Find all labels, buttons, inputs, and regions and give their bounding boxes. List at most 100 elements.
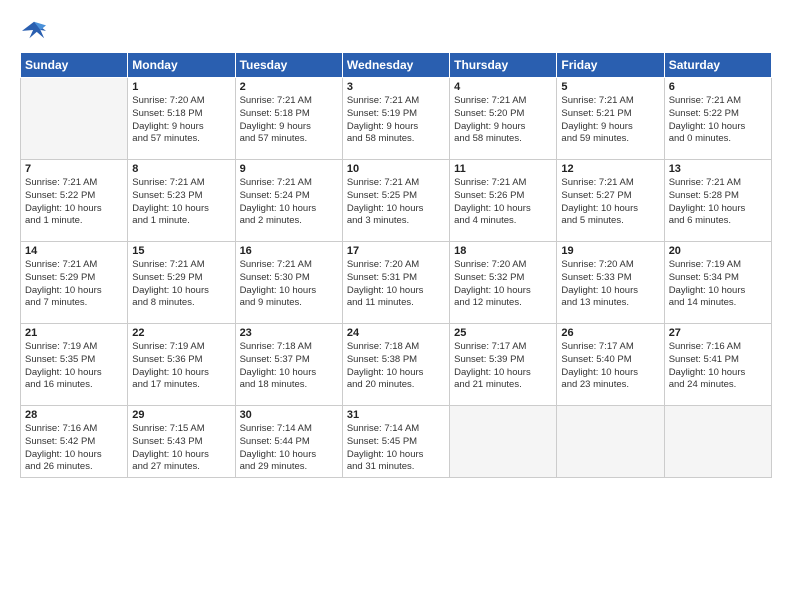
calendar-cell [557,406,664,478]
day-number: 12 [561,163,659,175]
calendar-cell: 23 Sunrise: 7:18 AM Sunset: 5:37 PM Dayli… [235,324,342,406]
calendar-cell: 1 Sunrise: 7:20 AM Sunset: 5:18 PM Daylig… [128,78,235,160]
day-info: Sunrise: 7:21 AM Sunset: 5:22 PM Dayligh… [25,177,123,228]
day-info: Sunrise: 7:21 AM Sunset: 5:30 PM Dayligh… [240,259,338,310]
day-number: 19 [561,245,659,257]
day-number: 4 [454,81,552,93]
day-number: 1 [132,81,230,93]
calendar-cell [450,406,557,478]
day-number: 26 [561,327,659,339]
calendar-cell: 21 Sunrise: 7:19 AM Sunset: 5:35 PM Dayli… [21,324,128,406]
day-number: 15 [132,245,230,257]
calendar-week-4: 28Sunrise: 7:16 AM Sunset: 5:42 PM Dayli… [21,406,772,478]
day-number: 14 [25,245,123,257]
day-info: Sunrise: 7:19 AM Sunset: 5:34 PM Dayligh… [669,259,767,310]
calendar-header-sunday: Sunday [21,53,128,78]
calendar-cell: 17Sunrise: 7:20 AM Sunset: 5:31 PM Dayli… [342,242,449,324]
day-info: Sunrise: 7:18 AM Sunset: 5:38 PM Dayligh… [347,341,445,392]
calendar-week-3: 21 Sunrise: 7:19 AM Sunset: 5:35 PM Dayli… [21,324,772,406]
calendar-cell [664,406,771,478]
calendar: SundayMondayTuesdayWednesdayThursdayFrid… [20,52,772,478]
calendar-cell: 10 Sunrise: 7:21 AM Sunset: 5:25 PM Dayli… [342,160,449,242]
day-info: Sunrise: 7:16 AM Sunset: 5:42 PM Dayligh… [25,423,123,474]
day-info: Sunrise: 7:14 AM Sunset: 5:44 PM Dayligh… [240,423,338,474]
day-number: 8 [132,163,230,175]
day-info: Sunrise: 7:17 AM Sunset: 5:39 PM Dayligh… [454,341,552,392]
day-number: 25 [454,327,552,339]
calendar-cell: 14 Sunrise: 7:21 AM Sunset: 5:29 PM Dayli… [21,242,128,324]
day-info: Sunrise: 7:20 AM Sunset: 5:33 PM Dayligh… [561,259,659,310]
calendar-cell: 22 Sunrise: 7:19 AM Sunset: 5:36 PM Dayli… [128,324,235,406]
day-number: 21 [25,327,123,339]
day-number: 10 [347,163,445,175]
day-info: Sunrise: 7:20 AM Sunset: 5:32 PM Dayligh… [454,259,552,310]
day-number: 27 [669,327,767,339]
day-number: 22 [132,327,230,339]
calendar-cell: 6Sunrise: 7:21 AM Sunset: 5:22 PM Daylig… [664,78,771,160]
calendar-week-2: 14 Sunrise: 7:21 AM Sunset: 5:29 PM Dayli… [21,242,772,324]
day-info: Sunrise: 7:18 AM Sunset: 5:37 PM Dayligh… [240,341,338,392]
calendar-cell: 27 Sunrise: 7:16 AM Sunset: 5:41 PM Dayli… [664,324,771,406]
calendar-cell: 4 Sunrise: 7:21 AM Sunset: 5:20 PM Daylig… [450,78,557,160]
calendar-cell: 25 Sunrise: 7:17 AM Sunset: 5:39 PM Dayli… [450,324,557,406]
day-info: Sunrise: 7:15 AM Sunset: 5:43 PM Dayligh… [132,423,230,474]
calendar-cell: 29 Sunrise: 7:15 AM Sunset: 5:43 PM Dayli… [128,406,235,478]
calendar-header-row: SundayMondayTuesdayWednesdayThursdayFrid… [21,53,772,78]
day-info: Sunrise: 7:20 AM Sunset: 5:31 PM Dayligh… [347,259,445,310]
calendar-header-saturday: Saturday [664,53,771,78]
day-info: Sunrise: 7:21 AM Sunset: 5:29 PM Dayligh… [132,259,230,310]
day-info: Sunrise: 7:21 AM Sunset: 5:29 PM Dayligh… [25,259,123,310]
calendar-cell: 26 Sunrise: 7:17 AM Sunset: 5:40 PM Dayli… [557,324,664,406]
page: SundayMondayTuesdayWednesdayThursdayFrid… [0,0,792,612]
day-number: 23 [240,327,338,339]
calendar-week-1: 7 Sunrise: 7:21 AM Sunset: 5:22 PM Daylig… [21,160,772,242]
calendar-cell: 16 Sunrise: 7:21 AM Sunset: 5:30 PM Dayli… [235,242,342,324]
calendar-header-monday: Monday [128,53,235,78]
logo [20,18,52,42]
calendar-cell [21,78,128,160]
calendar-cell: 5Sunrise: 7:21 AM Sunset: 5:21 PM Daylig… [557,78,664,160]
day-number: 24 [347,327,445,339]
calendar-cell: 31Sunrise: 7:14 AM Sunset: 5:45 PM Dayli… [342,406,449,478]
calendar-header-tuesday: Tuesday [235,53,342,78]
calendar-header-wednesday: Wednesday [342,53,449,78]
day-info: Sunrise: 7:20 AM Sunset: 5:18 PM Dayligh… [132,95,230,146]
calendar-cell: 15 Sunrise: 7:21 AM Sunset: 5:29 PM Dayli… [128,242,235,324]
calendar-cell: 9 Sunrise: 7:21 AM Sunset: 5:24 PM Daylig… [235,160,342,242]
day-info: Sunrise: 7:21 AM Sunset: 5:24 PM Dayligh… [240,177,338,228]
day-number: 2 [240,81,338,93]
calendar-cell: 3 Sunrise: 7:21 AM Sunset: 5:19 PM Daylig… [342,78,449,160]
day-number: 3 [347,81,445,93]
day-number: 13 [669,163,767,175]
calendar-cell: 30 Sunrise: 7:14 AM Sunset: 5:44 PM Dayli… [235,406,342,478]
day-number: 20 [669,245,767,257]
day-number: 18 [454,245,552,257]
calendar-cell: 7 Sunrise: 7:21 AM Sunset: 5:22 PM Daylig… [21,160,128,242]
day-number: 7 [25,163,123,175]
day-info: Sunrise: 7:17 AM Sunset: 5:40 PM Dayligh… [561,341,659,392]
calendar-cell: 24 Sunrise: 7:18 AM Sunset: 5:38 PM Dayli… [342,324,449,406]
day-info: Sunrise: 7:21 AM Sunset: 5:20 PM Dayligh… [454,95,552,146]
day-number: 16 [240,245,338,257]
calendar-cell: 12Sunrise: 7:21 AM Sunset: 5:27 PM Dayli… [557,160,664,242]
day-info: Sunrise: 7:21 AM Sunset: 5:25 PM Dayligh… [347,177,445,228]
calendar-cell: 13 Sunrise: 7:21 AM Sunset: 5:28 PM Dayli… [664,160,771,242]
day-number: 30 [240,409,338,421]
calendar-week-0: 1 Sunrise: 7:20 AM Sunset: 5:18 PM Daylig… [21,78,772,160]
calendar-cell: 19 Sunrise: 7:20 AM Sunset: 5:33 PM Dayli… [557,242,664,324]
day-info: Sunrise: 7:14 AM Sunset: 5:45 PM Dayligh… [347,423,445,474]
day-info: Sunrise: 7:19 AM Sunset: 5:36 PM Dayligh… [132,341,230,392]
day-info: Sunrise: 7:21 AM Sunset: 5:21 PM Dayligh… [561,95,659,146]
day-info: Sunrise: 7:21 AM Sunset: 5:28 PM Dayligh… [669,177,767,228]
header [20,18,772,42]
day-info: Sunrise: 7:19 AM Sunset: 5:35 PM Dayligh… [25,341,123,392]
day-number: 29 [132,409,230,421]
calendar-cell: 11Sunrise: 7:21 AM Sunset: 5:26 PM Dayli… [450,160,557,242]
calendar-header-friday: Friday [557,53,664,78]
day-info: Sunrise: 7:21 AM Sunset: 5:19 PM Dayligh… [347,95,445,146]
day-number: 9 [240,163,338,175]
calendar-cell: 20 Sunrise: 7:19 AM Sunset: 5:34 PM Dayli… [664,242,771,324]
calendar-header-thursday: Thursday [450,53,557,78]
day-info: Sunrise: 7:16 AM Sunset: 5:41 PM Dayligh… [669,341,767,392]
logo-icon [20,18,48,42]
